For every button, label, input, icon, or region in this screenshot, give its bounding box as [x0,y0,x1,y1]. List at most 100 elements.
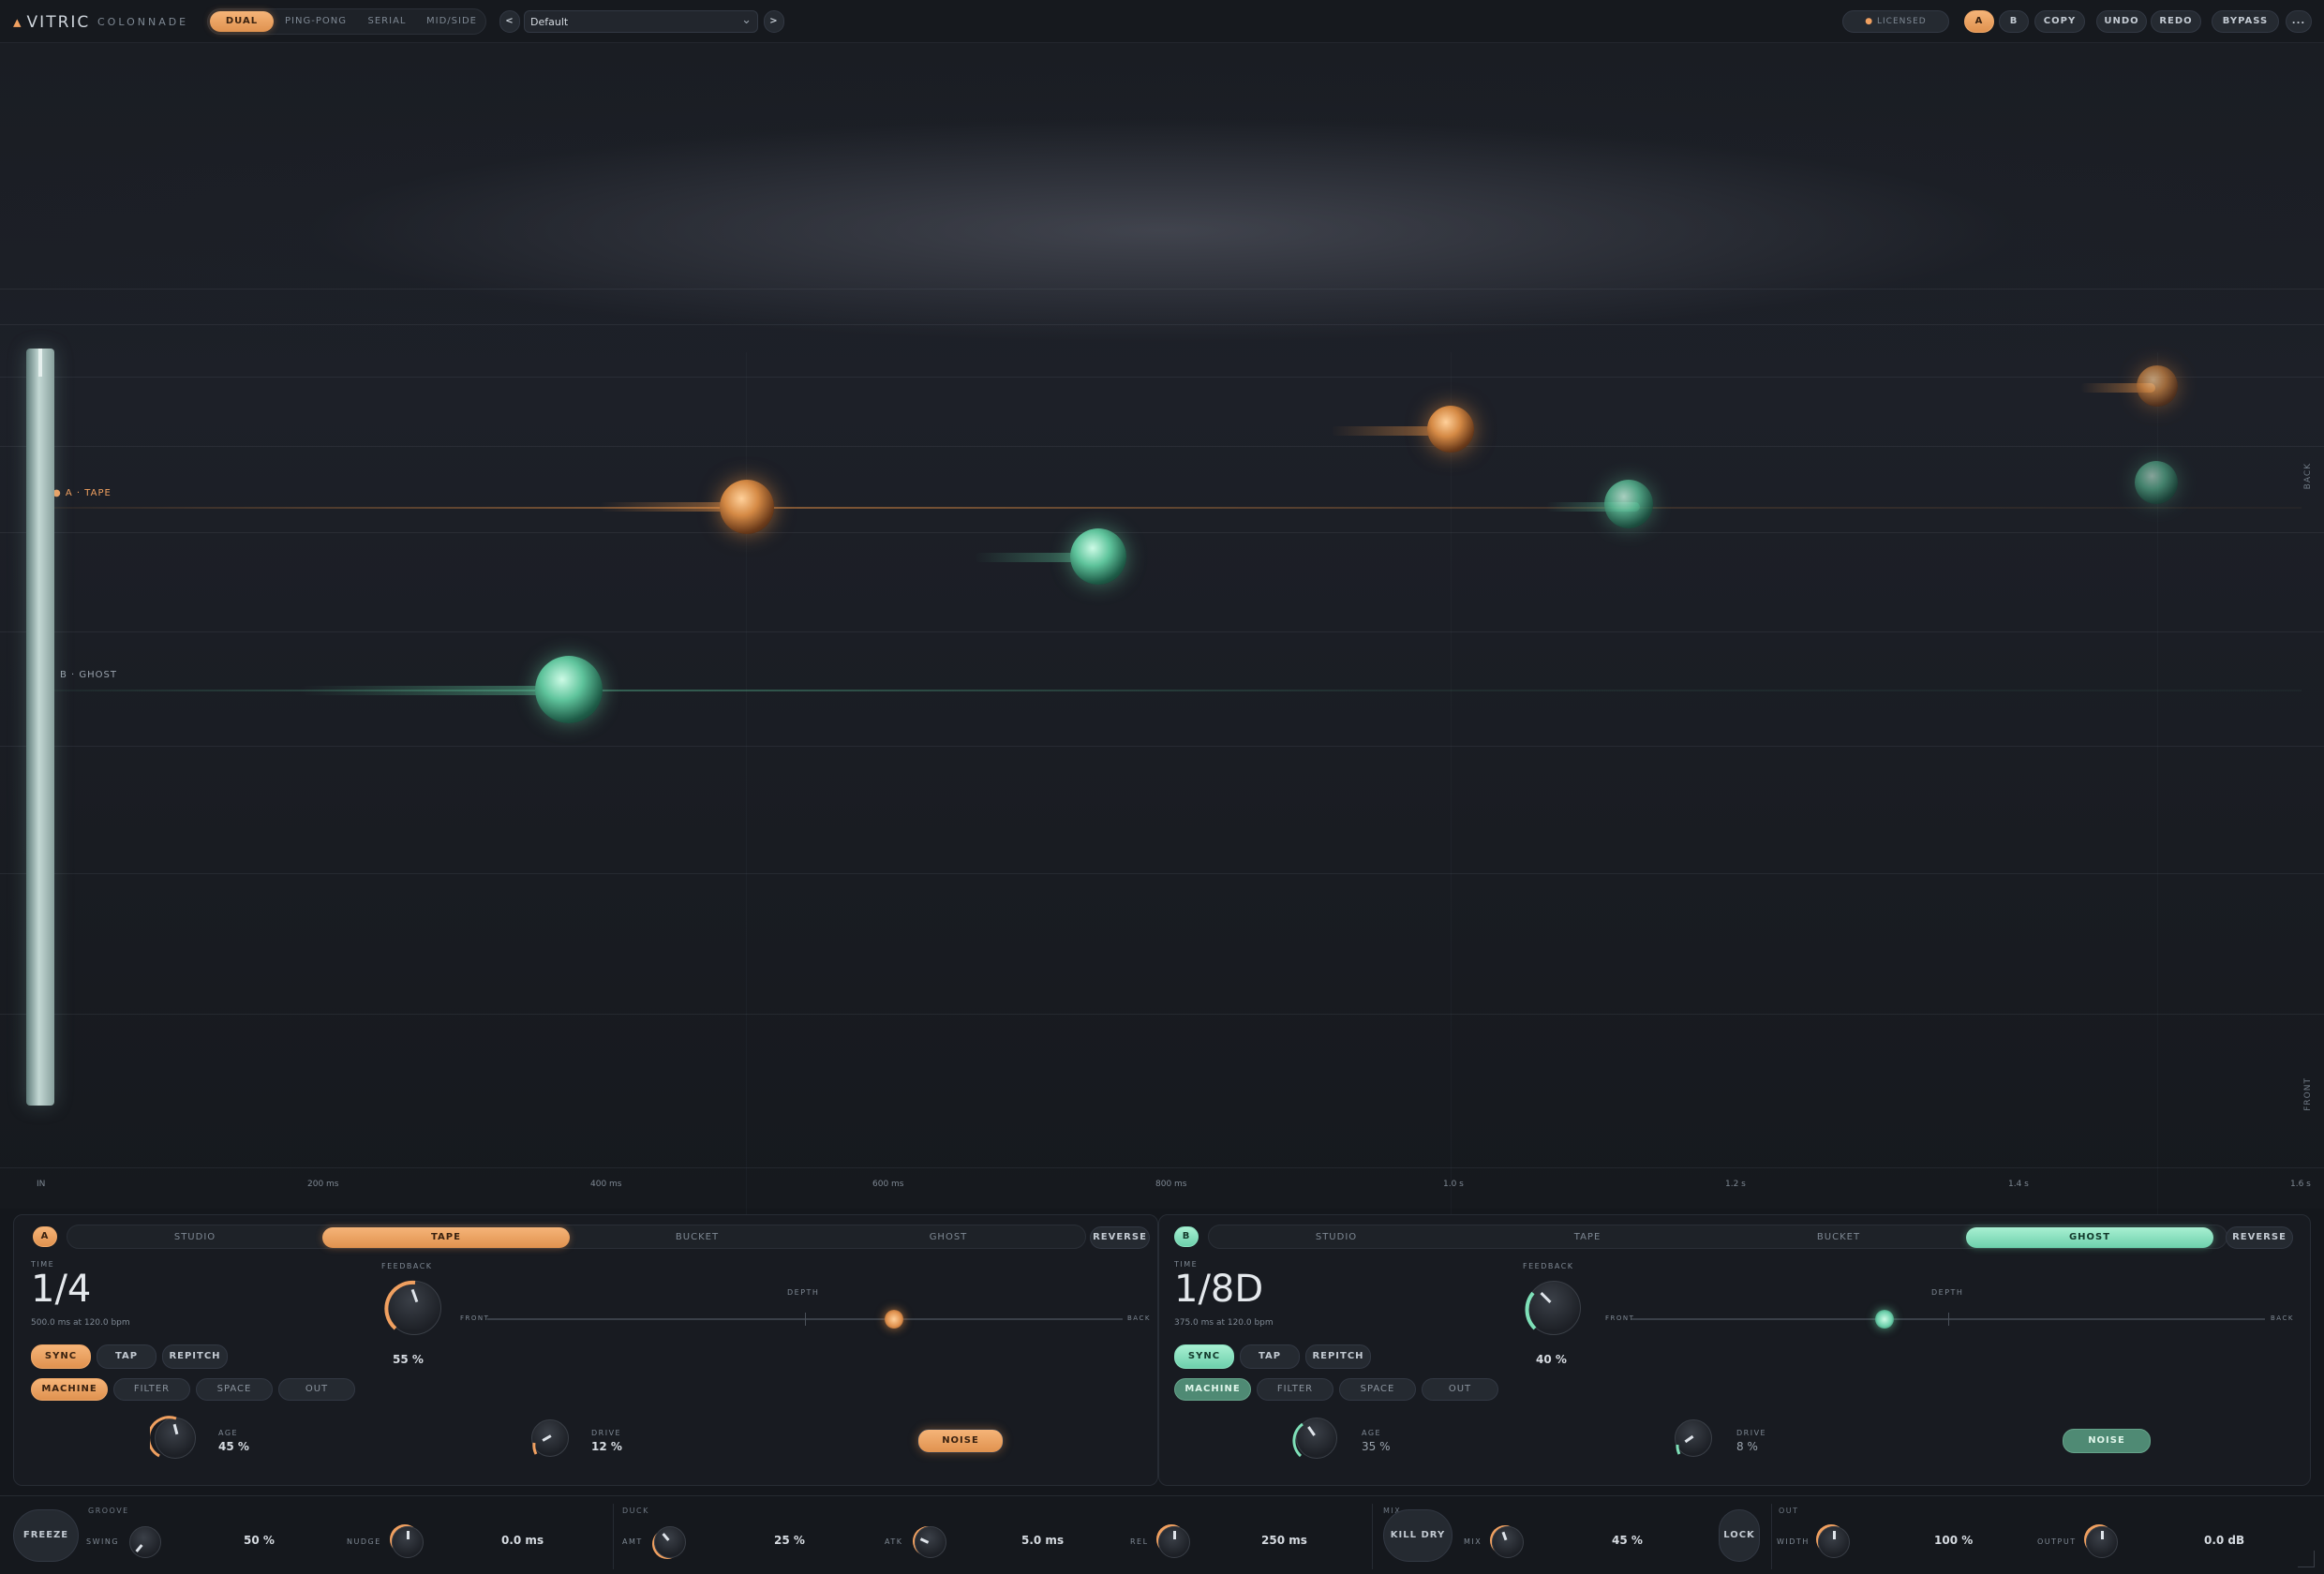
mode-dual[interactable]: DUAL [210,11,274,32]
tab-bucket[interactable]: BUCKET [574,1227,821,1248]
axis-label: 1.0 s [1443,1180,1464,1189]
tab-tape[interactable]: TAPE [1464,1227,1711,1248]
axis-label: 600 ms [872,1180,904,1189]
time-value[interactable]: 1/8D [1174,1268,1263,1311]
grid-line [0,631,2324,632]
subtab-out[interactable]: OUT [1422,1378,1498,1401]
mix-value: 45 % [1612,1534,1643,1547]
resize-grip-icon[interactable] [2298,1551,2315,1567]
delay-line-b-panel: B STUDIO TAPE BUCKET GHOST REVERSE TIME … [1158,1214,2311,1486]
grid-line [0,1014,2324,1015]
rel-value: 250 ms [1261,1534,1307,1547]
lock-button[interactable]: LOCK [1719,1509,1760,1562]
freeze-button[interactable]: FREEZE [13,1509,79,1562]
echo-b-2[interactable] [1070,528,1126,585]
line-a-noise-button[interactable]: NOISE [917,1429,1004,1453]
line-b-badge[interactable]: B [1174,1226,1199,1247]
delay-line-a-panel: A STUDIO TAPE BUCKET GHOST REVERSE TIME … [13,1214,1158,1486]
groove-section-label: GROOVE [88,1507,129,1515]
mode-serial[interactable]: SERIAL [358,11,416,32]
mix-knob[interactable] [1492,1526,1524,1558]
mode-mid-side[interactable]: MID/SIDE [420,11,484,32]
line-a-tap-button[interactable]: TAP [97,1344,156,1369]
amt-label: AMT [622,1537,643,1546]
line-a-sync-button[interactable]: SYNC [31,1344,91,1369]
subtab-space[interactable]: SPACE [1339,1378,1416,1401]
depth-handle[interactable] [884,1310,903,1329]
copy-button[interactable]: COPY [2034,10,2085,33]
subtab-filter[interactable]: FILTER [1257,1378,1333,1401]
subtab-space[interactable]: SPACE [196,1378,273,1401]
depth-handle[interactable] [1875,1310,1895,1329]
line-a-age-knob[interactable] [150,1416,196,1459]
echo-b-1[interactable] [535,656,603,723]
preset-prev-button[interactable]: < [499,10,520,33]
front-label: FRONT [2303,1077,2313,1111]
preset-dropdown[interactable]: Default ⌄ [524,10,758,33]
preset-next-button[interactable]: > [764,10,784,33]
tab-tape[interactable]: TAPE [322,1227,570,1248]
duck-section-label: DUCK [622,1507,649,1515]
nudge-knob[interactable] [392,1526,424,1558]
knob-pointer [919,1537,930,1544]
drive-value: 12 % [591,1440,622,1453]
swing-knob[interactable] [129,1526,161,1558]
rel-knob[interactable] [1158,1526,1190,1558]
redo-button[interactable]: REDO [2151,10,2201,33]
subtab-out[interactable]: OUT [278,1378,355,1401]
width-knob[interactable] [1818,1526,1850,1558]
tab-studio[interactable]: STUDIO [71,1227,319,1248]
ab-b-button[interactable]: B [1999,10,2029,33]
echo-b-4[interactable] [2135,461,2178,504]
line-b-feedback-knob[interactable] [1525,1281,1581,1335]
line-a-drive-knob[interactable] [531,1419,569,1457]
line-b-drive-knob[interactable] [1675,1419,1712,1457]
atk-knob[interactable] [915,1526,946,1558]
echo-a-1[interactable] [720,480,774,534]
line-a-feedback-knob[interactable] [384,1280,441,1335]
grid-line [0,446,2324,447]
knob-pointer [135,1544,143,1552]
line-a-reverse-button[interactable]: REVERSE [1090,1226,1150,1249]
ab-a-button[interactable]: A [1964,10,1994,33]
line-a-repitch-button[interactable]: REPITCH [162,1344,228,1369]
line-a-badge[interactable]: A [33,1226,57,1247]
preset-name: Default [530,16,569,28]
echo-b-3[interactable] [1604,480,1653,528]
line-b-reverse-button[interactable]: REVERSE [2226,1226,2293,1249]
line-b-repitch-button[interactable]: REPITCH [1305,1344,1371,1369]
kill-dry-button[interactable]: KILL DRY [1383,1509,1452,1562]
line-b-sync-button[interactable]: SYNC [1174,1344,1234,1369]
subtab-machine[interactable]: MACHINE [31,1378,108,1401]
echo-a-2[interactable] [1427,406,1474,453]
line-b-age-knob[interactable] [1292,1418,1337,1459]
line-a-depth-slider[interactable] [487,1310,1123,1329]
axis-label: 1.2 s [1725,1180,1746,1189]
line-b-tap-button[interactable]: TAP [1240,1344,1300,1369]
tab-studio[interactable]: STUDIO [1213,1227,1460,1248]
chevron-down-icon: ⌄ [741,13,752,27]
mode-ping-pong[interactable]: PING-PONG [277,11,354,32]
rel-label: REL [1130,1537,1149,1546]
width-label: WIDTH [1777,1537,1810,1546]
subtab-machine[interactable]: MACHINE [1174,1378,1251,1401]
drive-label: DRIVE [1736,1429,1767,1437]
bypass-button[interactable]: BYPASS [2212,10,2279,33]
line-b-noise-button[interactable]: NOISE [2063,1429,2151,1453]
echo-a-3[interactable] [2137,365,2178,407]
lane-a-label: ● A · TAPE [52,488,112,498]
feedback-value: 55 % [393,1353,424,1366]
more-button[interactable]: ... [2286,10,2312,33]
routing-mode-switch: DUAL PING-PONG SERIAL MID/SIDE [207,8,486,35]
output-knob[interactable] [2086,1526,2118,1558]
tab-ghost[interactable]: GHOST [1966,1227,2213,1248]
subtab-filter[interactable]: FILTER [113,1378,190,1401]
knob-pointer [1833,1531,1836,1539]
output-value: 0.0 dB [2204,1534,2245,1547]
amt-knob[interactable] [654,1526,686,1558]
line-b-depth-slider[interactable] [1631,1310,2265,1329]
undo-button[interactable]: UNDO [2096,10,2147,33]
tab-bucket[interactable]: BUCKET [1715,1227,1962,1248]
tab-ghost[interactable]: GHOST [825,1227,1072,1248]
time-value[interactable]: 1/4 [31,1268,91,1311]
